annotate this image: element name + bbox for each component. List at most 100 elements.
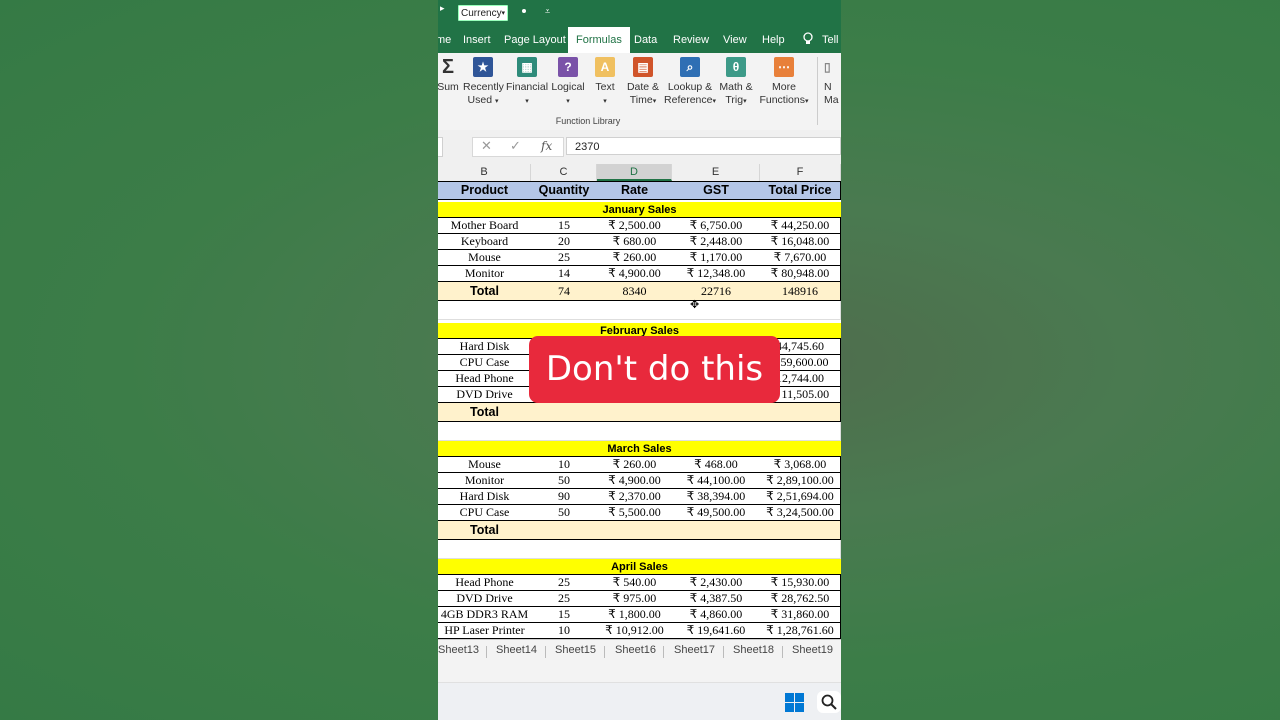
- tab-tell-me[interactable]: Tell: [822, 27, 839, 53]
- date-time-button[interactable]: ▤ Date & Time▾: [625, 57, 661, 108]
- redo-icon[interactable]: ▸: [440, 3, 445, 14]
- column-header-c[interactable]: C: [531, 164, 597, 181]
- worksheet-grid[interactable]: Product Quantity Rate GST Total Price Ja…: [438, 181, 841, 639]
- cell-gst[interactable]: ₹ 49,500.00: [672, 505, 761, 521]
- cell-gst[interactable]: ₹ 468.00: [672, 457, 761, 473]
- cell-gst[interactable]: ₹ 44,100.00: [672, 473, 761, 489]
- empty-cell[interactable]: [760, 301, 841, 320]
- qa-bullet-icon[interactable]: [522, 9, 526, 13]
- cell-total-price[interactable]: ₹ 15,930.00: [760, 575, 841, 591]
- cell-quantity[interactable]: 25: [531, 250, 598, 266]
- total-rate[interactable]: [597, 521, 673, 540]
- cell-total-price[interactable]: ₹ 31,860.00: [760, 607, 841, 623]
- cell-gst[interactable]: ₹ 1,170.00: [672, 250, 761, 266]
- column-header-f[interactable]: F: [760, 164, 841, 181]
- cell-gst[interactable]: ₹ 4,860.00: [672, 607, 761, 623]
- cell-gst[interactable]: ₹ 12,348.00: [672, 266, 761, 282]
- number-format-dropdown[interactable]: Currency ▾: [458, 5, 508, 21]
- cell-total-price[interactable]: ₹ 28,762.50: [760, 591, 841, 607]
- cell-product[interactable]: CPU Case: [438, 355, 532, 371]
- cell-quantity[interactable]: 15: [531, 218, 598, 234]
- empty-cell[interactable]: [672, 422, 761, 441]
- empty-cell[interactable]: [760, 422, 841, 441]
- cell-quantity[interactable]: 10: [531, 623, 598, 639]
- cell-quantity[interactable]: 50: [531, 473, 598, 489]
- tab-home[interactable]: me: [438, 27, 451, 53]
- total-total-price[interactable]: 148916: [760, 282, 841, 301]
- cell-product[interactable]: Mouse: [438, 457, 532, 473]
- cell-total-price[interactable]: ₹ 3,24,500.00: [760, 505, 841, 521]
- name-box[interactable]: [438, 137, 443, 157]
- more-functions-button[interactable]: ⋯ More Functions▾: [758, 57, 810, 108]
- cell-rate[interactable]: ₹ 5,500.00: [597, 505, 673, 521]
- total-label[interactable]: Total: [438, 521, 532, 540]
- cell-quantity[interactable]: 25: [531, 591, 598, 607]
- cell-total-price[interactable]: ₹ 3,068.00: [760, 457, 841, 473]
- column-header-b[interactable]: B: [438, 164, 531, 181]
- financial-button[interactable]: ▦ Financial ▾: [506, 57, 548, 108]
- cell-quantity[interactable]: 20: [531, 234, 598, 250]
- cell-quantity[interactable]: 10: [531, 457, 598, 473]
- empty-cell[interactable]: [760, 540, 841, 559]
- tab-formulas[interactable]: Formulas: [568, 27, 630, 53]
- cell-rate[interactable]: ₹ 260.00: [597, 250, 673, 266]
- recently-used-button[interactable]: ★ Recently Used ▾: [463, 57, 504, 108]
- cell-product[interactable]: Keyboard: [438, 234, 532, 250]
- cell-product[interactable]: Mouse: [438, 250, 532, 266]
- tab-page-layout[interactable]: Page Layout: [504, 27, 566, 53]
- empty-cell[interactable]: [438, 422, 532, 441]
- cell-rate[interactable]: ₹ 260.00: [597, 457, 673, 473]
- cell-quantity[interactable]: 90: [531, 489, 598, 505]
- total-gst[interactable]: 22716: [672, 282, 761, 301]
- lookup-reference-button[interactable]: ⌕ Lookup & Reference▾: [664, 57, 716, 108]
- cell-product[interactable]: Monitor: [438, 266, 532, 282]
- cell-rate[interactable]: ₹ 4,900.00: [597, 473, 673, 489]
- autosum-button[interactable]: Σ Sum: [438, 57, 462, 94]
- cell-total-price[interactable]: ₹ 80,948.00: [760, 266, 841, 282]
- search-icon[interactable]: [817, 691, 841, 713]
- cell-product[interactable]: DVD Drive: [438, 591, 532, 607]
- cell-total-price[interactable]: ₹ 2,89,100.00: [760, 473, 841, 489]
- text-button[interactable]: A Text ▾: [592, 57, 618, 108]
- cell-total-price[interactable]: ₹ 16,048.00: [760, 234, 841, 250]
- cell-rate[interactable]: ₹ 1,800.00: [597, 607, 673, 623]
- cell-rate[interactable]: ₹ 975.00: [597, 591, 673, 607]
- cell-total-price[interactable]: ₹ 1,28,761.60: [760, 623, 841, 639]
- sheet-tab-18[interactable]: Sheet18: [733, 644, 774, 656]
- cell-product[interactable]: Head Phone: [438, 575, 532, 591]
- cell-product[interactable]: DVD Drive: [438, 387, 532, 403]
- cell-product[interactable]: 4GB DDR3 RAM: [438, 607, 532, 623]
- empty-cell[interactable]: [597, 540, 673, 559]
- column-header-e[interactable]: E: [672, 164, 760, 181]
- cell-gst[interactable]: ₹ 19,641.60: [672, 623, 761, 639]
- header-product[interactable]: Product: [438, 181, 532, 200]
- empty-cell[interactable]: [597, 422, 673, 441]
- total-rate[interactable]: 8340: [597, 282, 673, 301]
- empty-cell[interactable]: [672, 301, 761, 320]
- enter-check-icon[interactable]: ✓: [510, 137, 521, 155]
- logical-button[interactable]: ? Logical ▾: [550, 57, 586, 108]
- name-manager-button[interactable]: ▯ N Ma: [824, 57, 841, 107]
- total-quantity[interactable]: 74: [531, 282, 598, 301]
- total-quantity[interactable]: [531, 403, 598, 422]
- cell-product[interactable]: Mother Board: [438, 218, 532, 234]
- section-title[interactable]: January Sales: [438, 202, 841, 218]
- cell-quantity[interactable]: 25: [531, 575, 598, 591]
- sheet-tab-16[interactable]: Sheet16: [615, 644, 656, 656]
- total-total-price[interactable]: [760, 403, 841, 422]
- column-header-d[interactable]: D: [597, 164, 672, 181]
- cell-quantity[interactable]: 50: [531, 505, 598, 521]
- cell-total-price[interactable]: ₹ 2,51,694.00: [760, 489, 841, 505]
- insert-function-icon[interactable]: fx: [541, 137, 552, 155]
- lightbulb-icon[interactable]: [803, 27, 813, 53]
- total-gst[interactable]: [672, 521, 761, 540]
- cell-rate[interactable]: ₹ 680.00: [597, 234, 673, 250]
- sheet-tab-17[interactable]: Sheet17: [674, 644, 715, 656]
- cell-quantity[interactable]: 14: [531, 266, 598, 282]
- cell-product[interactable]: Hard Disk: [438, 489, 532, 505]
- sheet-tab-13[interactable]: Sheet13: [438, 644, 479, 656]
- cell-rate[interactable]: ₹ 540.00: [597, 575, 673, 591]
- empty-cell[interactable]: [531, 540, 598, 559]
- tab-help[interactable]: Help: [762, 27, 785, 53]
- cell-gst[interactable]: ₹ 38,394.00: [672, 489, 761, 505]
